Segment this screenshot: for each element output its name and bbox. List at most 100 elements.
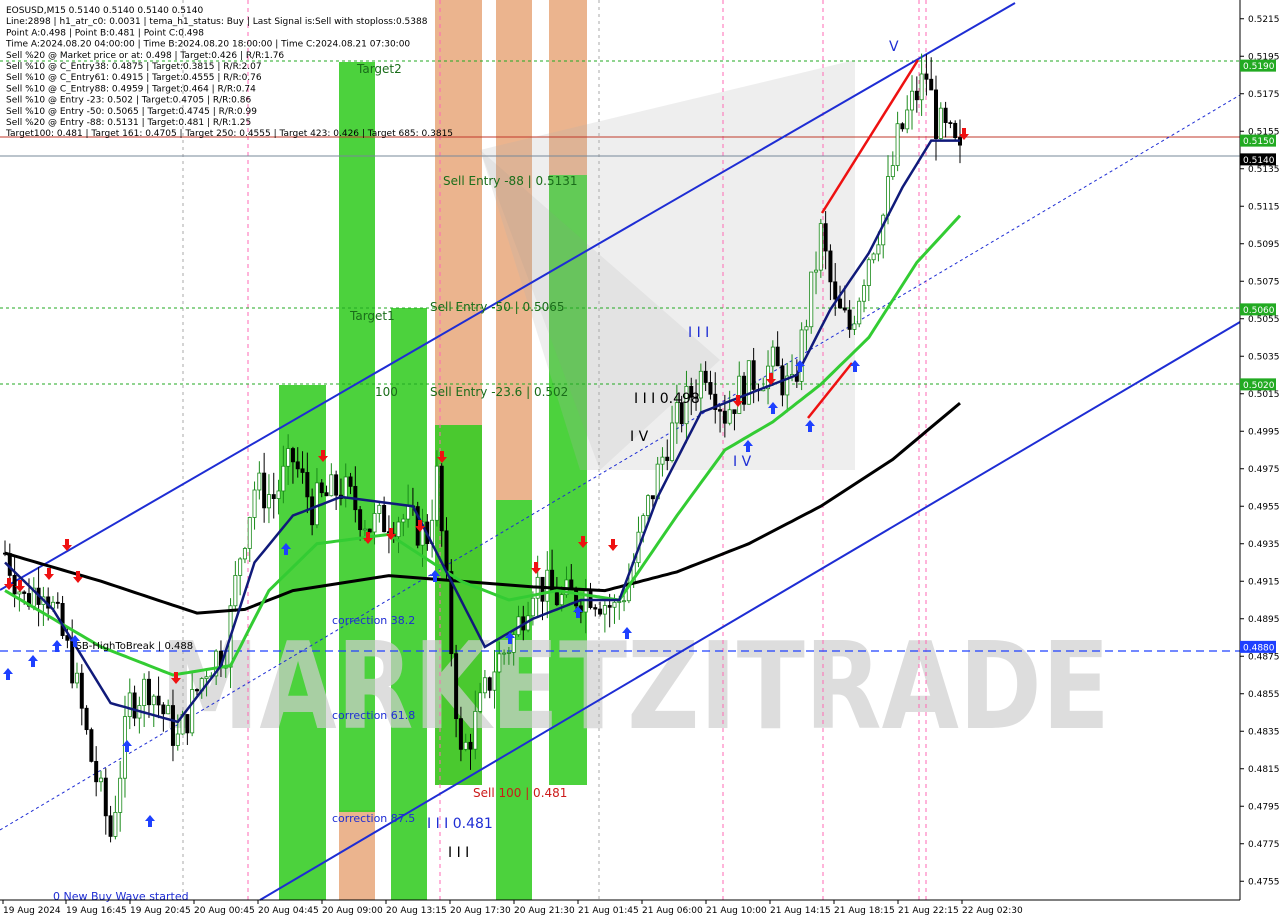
buy-arrow-icon (52, 640, 62, 652)
candle-body (233, 575, 238, 607)
info-line: Target100: 0.481 | Target 161: 0.4705 | … (5, 129, 453, 139)
candle-body (343, 476, 348, 499)
sell-100-label: Sell 100 | 0.481 (473, 786, 567, 800)
time-tick-label: 21 Aug 10:00 (706, 906, 767, 916)
candle-body (382, 504, 387, 533)
candle-body (310, 496, 315, 526)
correction-618-label: correction 61.8 (332, 709, 415, 722)
candle-body (554, 590, 559, 606)
candle-body (482, 677, 487, 694)
candle-body (602, 605, 607, 615)
candle-body (161, 704, 166, 715)
candle-body (12, 575, 17, 595)
candle-body (492, 671, 497, 691)
new-wave-label: 0 New Buy Wave started (53, 890, 189, 903)
price-tick-label: 0.5075 (1248, 277, 1280, 287)
wave-iii-bottom-label: I I I (448, 845, 469, 861)
candle-body (314, 482, 319, 526)
candle-body (737, 375, 742, 414)
candle-body (156, 695, 161, 706)
buy-arrow-icon (3, 668, 13, 680)
time-tick-label: 21 Aug 18:15 (834, 906, 895, 916)
candle-body (170, 705, 175, 746)
candle-body (372, 513, 377, 533)
price-tick-label: 0.4795 (1248, 802, 1280, 812)
candle-body (295, 461, 300, 470)
sell-arrow-icon (44, 568, 54, 580)
candle-body (22, 591, 27, 594)
candle-body (94, 761, 99, 783)
candle-body (650, 495, 655, 500)
candle-body (175, 733, 180, 746)
sell-arrow-icon (531, 562, 541, 574)
wave-0481-label: I I I 0.481 (427, 816, 493, 832)
candle-body (847, 309, 852, 330)
candle-body (703, 370, 708, 383)
price-badge-label: 0.4880 (1243, 643, 1275, 653)
candle-body (242, 548, 247, 560)
candle-body (305, 472, 310, 498)
candle-body (828, 250, 833, 283)
candle-body (814, 269, 819, 273)
price-tick-label: 0.4815 (1248, 765, 1280, 775)
candle-body (886, 176, 891, 216)
watermark: MARKETZITRADE (160, 618, 1110, 757)
info-line: Sell %10 @ Entry -50: 0.5065 | Target:0.… (6, 107, 257, 117)
candle-body (833, 281, 838, 300)
candle-body (79, 672, 84, 709)
correction-875-label: correction 87.5 (332, 812, 415, 825)
price-tick-label: 0.5135 (1248, 165, 1280, 175)
candle-body (319, 482, 324, 494)
trading-chart[interactable]: MARKETZITRADE Target2 Target1 100 Sell E… (0, 0, 1280, 920)
time-tick-label: 19 Aug 16:45 (66, 906, 127, 916)
candle-body (103, 777, 108, 817)
candle-body (142, 678, 147, 706)
candle-body (334, 474, 339, 496)
price-tick-label: 0.5115 (1248, 202, 1280, 212)
candle-body (727, 409, 732, 424)
info-line: Sell %20 @ Market price or at: 0.498 | T… (6, 51, 284, 61)
candle-body (722, 410, 727, 424)
candle-body (751, 360, 756, 390)
candle-body (478, 692, 483, 712)
fsb-label: FSB-HighToBreak | 0.488 (70, 641, 193, 652)
price-badge-label: 0.5140 (1243, 156, 1275, 166)
candle-body (434, 465, 439, 521)
price-tick-label: 0.5175 (1248, 90, 1280, 100)
candle-body (190, 689, 195, 734)
buy-arrow-icon (28, 655, 38, 667)
target2-label: Target2 (356, 62, 402, 76)
price-tick-label: 0.4775 (1248, 840, 1280, 850)
wave-v-label: V (889, 39, 899, 55)
candle-body (871, 253, 876, 261)
candle-body (943, 107, 948, 123)
time-tick-label: 20 Aug 17:30 (450, 906, 511, 916)
candle-body (406, 505, 411, 520)
candle-body (770, 346, 775, 367)
candle-body (660, 456, 665, 465)
price-tick-label: 0.4855 (1248, 690, 1280, 700)
candle-body (487, 677, 492, 691)
candle-body (890, 165, 895, 177)
candle-body (286, 448, 291, 467)
price-tick-label: 0.4895 (1248, 615, 1280, 625)
candle-body (919, 73, 924, 101)
candle-body (271, 494, 276, 499)
candle-body (74, 672, 79, 684)
chart-canvas[interactable]: MARKETZITRADE Target2 Target1 100 Sell E… (0, 0, 1280, 920)
info-line: Sell %10 @ Entry -23: 0.502 | Target:0.4… (6, 96, 251, 106)
candle-body (670, 422, 675, 461)
sell-entry-88-label: Sell Entry -88 | 0.5131 (443, 174, 577, 188)
time-tick-label: 20 Aug 13:15 (386, 906, 447, 916)
info-line: Sell %10 @ C_Entry38: 0.4875 | Target:0.… (6, 62, 262, 72)
target1-label: Target1 (349, 309, 395, 323)
candle-body (281, 465, 286, 492)
candle-body (910, 90, 915, 111)
candle-body (473, 711, 478, 750)
candle-body (866, 259, 871, 286)
candle-body (881, 214, 886, 246)
candle-body (545, 569, 550, 602)
candle-body (895, 123, 900, 166)
price-badge-label: 0.5190 (1243, 62, 1275, 72)
candle-body (842, 307, 847, 311)
